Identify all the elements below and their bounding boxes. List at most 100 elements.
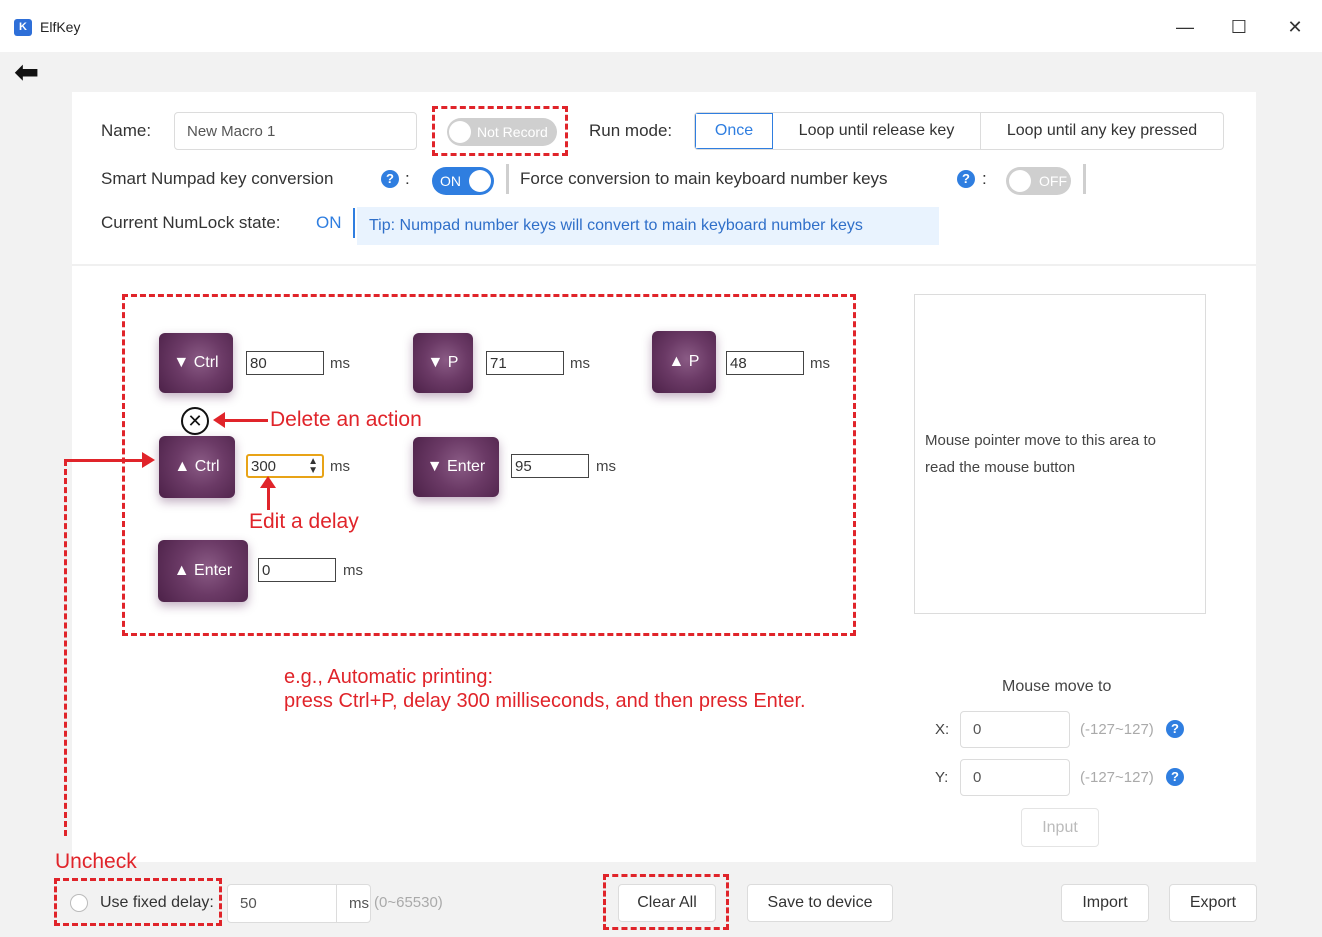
force-conversion-toggle[interactable]: OFF [1006, 167, 1071, 195]
panel-divider [72, 264, 1256, 266]
action-delay-input[interactable]: 71 [486, 351, 564, 375]
action-key-ctrl-down[interactable]: ▼ Ctrl [159, 333, 233, 393]
ms-label: ms [596, 458, 616, 475]
save-to-device-button[interactable]: Save to device [747, 884, 893, 922]
title-bar [0, 0, 1322, 52]
uncheck-annotation-horizontal [64, 459, 144, 462]
smart-numpad-label: Smart Numpad key conversion [101, 169, 334, 188]
edit-annotation-text: Edit a delay [249, 510, 359, 533]
ms-label: ms [330, 355, 350, 372]
arrow-up-icon: ▲ [174, 458, 195, 475]
macro-name-input[interactable]: New Macro 1 [174, 112, 417, 150]
uncheck-annotation-text: Uncheck [55, 850, 137, 873]
mouse-y-help-icon[interactable]: ? [1166, 768, 1184, 786]
numlock-value: ON [316, 213, 342, 232]
import-button[interactable]: Import [1061, 884, 1149, 922]
mouse-area-text-line2: read the mouse button [925, 459, 1076, 476]
mouse-x-label: X: [935, 721, 950, 738]
arrow-down-icon: ▼ [426, 458, 448, 475]
arrow-down-icon: ▼ [173, 354, 194, 371]
window-title: ElfKey [40, 19, 81, 35]
mouse-area-text-line1: Mouse pointer move to this area to [925, 432, 1156, 449]
mouse-y-label: Y: [935, 769, 949, 786]
action-key-p-down[interactable]: ▼ P [413, 333, 473, 393]
delete-annotation-text: Delete an action [270, 408, 422, 431]
ms-label: ms [570, 355, 590, 372]
force-conversion-label: Force conversion to main keyboard number… [520, 169, 888, 188]
delay-input-value: 300 [251, 457, 277, 475]
fixed-delay-input[interactable]: 50 ms [227, 884, 371, 923]
fixed-delay-range: (0~65530) [374, 894, 443, 911]
example-annotation-line2: press Ctrl+P, delay 300 milliseconds, an… [284, 690, 806, 712]
ms-label: ms [810, 355, 830, 372]
close-button[interactable]: ✕ [1280, 12, 1310, 42]
delete-annotation-arrowhead [213, 412, 225, 428]
action-key-label: Ctrl [193, 354, 219, 371]
clear-all-button[interactable]: Clear All [618, 884, 716, 922]
ms-label: ms [343, 562, 363, 579]
record-toggle[interactable]: Not Record [447, 118, 557, 146]
run-mode-once[interactable]: Once [695, 113, 773, 149]
arrow-down-icon: ▼ [427, 354, 448, 371]
action-key-ctrl-up[interactable]: ▲ Ctrl [159, 436, 235, 498]
action-delay-input[interactable]: 0 [258, 558, 336, 582]
uncheck-annotation-line [64, 460, 67, 836]
numpad-tip: Tip: Numpad number keys will convert to … [357, 207, 939, 245]
minimize-button[interactable]: — [1170, 12, 1200, 42]
action-key-label: P [447, 354, 459, 371]
smart-numpad-colon: : [405, 169, 410, 188]
record-toggle-knob [449, 121, 471, 143]
mouse-input-button[interactable]: Input [1021, 808, 1099, 847]
mouse-x-input[interactable]: 0 [960, 711, 1070, 748]
run-mode-loop-any-key[interactable]: Loop until any key pressed [981, 113, 1223, 149]
run-mode-loop-release[interactable]: Loop until release key [773, 113, 981, 149]
spinner-icon[interactable]: ▲ ▼ [308, 457, 318, 476]
smart-numpad-help-icon[interactable]: ? [381, 170, 399, 188]
fixed-delay-checkbox[interactable] [70, 894, 88, 912]
ms-label: ms [330, 458, 350, 475]
back-arrow-icon[interactable]: ⬅ [14, 58, 39, 88]
row2-separator-2 [1083, 164, 1086, 194]
run-mode-label: Run mode: [589, 121, 673, 140]
record-toggle-label: Not Record [477, 124, 548, 140]
numlock-label: Current NumLock state: [101, 213, 281, 232]
delete-annotation-line [222, 419, 268, 422]
mouse-x-range: (-127~127) [1080, 721, 1154, 738]
force-conversion-help-icon[interactable]: ? [957, 170, 975, 188]
force-conversion-toggle-knob [1009, 170, 1031, 192]
mouse-y-range: (-127~127) [1080, 769, 1154, 786]
action-delay-input[interactable]: 80 [246, 351, 324, 375]
app-logo-icon: K [14, 19, 32, 36]
mouse-y-input[interactable]: 0 [960, 759, 1070, 796]
action-key-p-up[interactable]: ▲ P [652, 331, 716, 393]
smart-numpad-toggle-knob [469, 170, 491, 192]
uncheck-annotation-arrowhead [142, 452, 155, 468]
maximize-button[interactable]: ☐ [1224, 12, 1254, 42]
arrow-up-icon: ▲ [668, 353, 689, 370]
fixed-delay-value: 50 [240, 895, 257, 912]
mouse-x-help-icon[interactable]: ? [1166, 720, 1184, 738]
action-key-label: Enter [447, 458, 486, 475]
action-delay-input[interactable]: 95 [511, 454, 589, 478]
example-annotation-line1: e.g., Automatic printing: [284, 666, 494, 688]
action-key-label: Enter [194, 562, 233, 579]
smart-numpad-toggle-label: ON [440, 173, 461, 189]
force-conversion-toggle-label: OFF [1039, 173, 1067, 189]
delete-action-icon[interactable]: ✕ [181, 407, 209, 435]
action-delay-input[interactable]: 48 [726, 351, 804, 375]
smart-numpad-toggle[interactable]: ON [432, 167, 494, 195]
fixed-delay-label: Use fixed delay: [100, 894, 214, 911]
action-key-enter-down[interactable]: ▼ Enter [413, 437, 499, 497]
action-key-enter-up[interactable]: ▲ Enter [158, 540, 248, 602]
action-delay-input-editing[interactable]: 300 ▲ ▼ [246, 454, 324, 478]
force-conversion-colon: : [982, 169, 987, 188]
export-button[interactable]: Export [1169, 884, 1257, 922]
row2-separator-1 [506, 164, 509, 194]
row3-separator [353, 208, 355, 238]
arrow-up-icon: ▲ [173, 562, 195, 579]
name-label: Name: [101, 121, 152, 140]
fixed-delay-unit: ms [336, 885, 369, 922]
mouse-move-to-label: Mouse move to [1002, 678, 1112, 695]
run-mode-selector: Once Loop until release key Loop until a… [694, 112, 1224, 150]
action-key-label: Ctrl [194, 458, 220, 475]
